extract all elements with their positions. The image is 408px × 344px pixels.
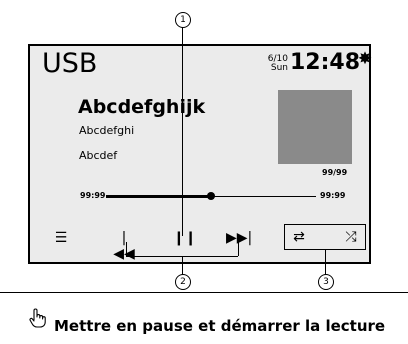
elapsed-time: 99:99 — [80, 191, 106, 200]
total-time: 99:99 — [320, 191, 346, 200]
callout-3-leader — [325, 250, 326, 276]
gear-icon[interactable]: ✸ — [357, 51, 373, 68]
pointing-hand-icon — [29, 308, 46, 328]
shuffle-icon[interactable]: ⤮ — [341, 229, 361, 245]
section-caption: Mettre en pause et démarrer la lecture — [54, 317, 386, 335]
callout-1: 1 — [175, 12, 191, 28]
divider — [0, 292, 408, 293]
date-display: 6/10 Sun — [260, 55, 288, 73]
date-weekday: Sun — [270, 63, 288, 73]
list-icon[interactable]: ☰ — [52, 230, 70, 246]
track-number: 99/99 — [322, 168, 348, 177]
track-title: Abcdefghijk — [78, 96, 206, 118]
callout-3: 3 — [318, 274, 334, 290]
callout-2: 2 — [175, 274, 191, 290]
progress-fill — [106, 195, 211, 198]
progress-handle[interactable] — [207, 192, 215, 200]
clock: 12:48 — [290, 50, 361, 75]
callout-1-leader — [182, 26, 183, 236]
artist-name: Abcdefghi — [79, 124, 135, 137]
callout-2-leader — [182, 256, 183, 276]
callout-2-bracket-left — [126, 242, 127, 256]
pause-icon[interactable]: ❙❙ — [173, 230, 196, 246]
callout-2-bracket-right — [238, 242, 239, 256]
album-name: Abcdef — [79, 149, 118, 162]
skip-previous-icon[interactable]: |◀◀ — [112, 230, 136, 262]
source-label: USB — [42, 48, 98, 79]
repeat-icon[interactable]: ⇄ — [289, 229, 309, 245]
album-art — [278, 90, 352, 164]
